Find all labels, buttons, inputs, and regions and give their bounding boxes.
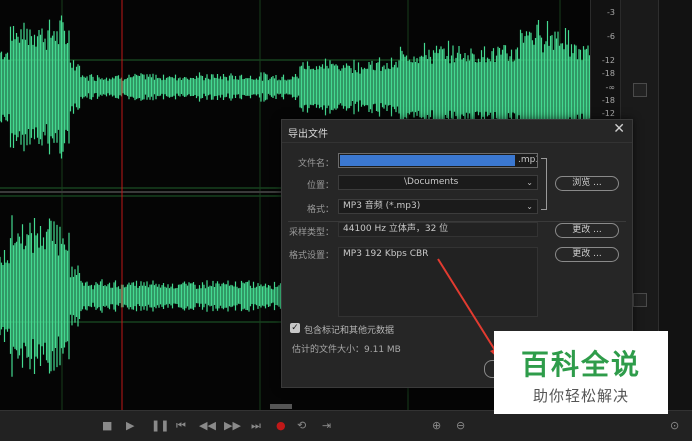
estimated-size-text: 估计的文件大小：9.11 MB	[292, 345, 401, 355]
ruler-tick: -18	[601, 96, 615, 105]
skip-forward-icon[interactable]: ⏭	[251, 419, 261, 433]
transport-bar: ■ ▶ ❚❚ ⏮ ◀◀ ▶▶ ⏭ ● ⟲ ⇥ ⊕ ⊖ ⊙	[0, 404, 692, 441]
ruler-tick: -∞	[605, 83, 615, 92]
format-value: MP3 音频 (*.mp3)	[343, 201, 421, 211]
zoom-full-icon[interactable]: ⊙	[670, 419, 679, 433]
ruler-tick: -12	[601, 109, 615, 118]
include-markers-label: 包含标记和其他元数据	[304, 326, 395, 336]
watermark-logo: 百科全说 助你轻松解决	[494, 331, 668, 414]
ruler-tick: -3	[607, 8, 615, 17]
dropdown-chevron-icon: ⌄	[526, 178, 533, 187]
watermark-title: 百科全说	[520, 348, 641, 381]
format-label: 格式：	[306, 205, 334, 215]
scroll-handle[interactable]	[270, 404, 292, 409]
record-icon[interactable]: ●	[276, 419, 286, 433]
location-label: 位置：	[306, 181, 334, 191]
filename-field[interactable]: .mp3	[338, 153, 538, 168]
location-select[interactable]: \Documents ⌄	[338, 175, 538, 190]
stop-icon[interactable]: ■	[102, 419, 112, 433]
play-icon[interactable]: ▶	[126, 419, 134, 433]
ruler-tick: -6	[607, 32, 615, 41]
sample-type-value: 44100 Hz 立体声，32 位	[338, 222, 538, 237]
filename-extension: .mp3	[518, 155, 537, 165]
rewind-icon[interactable]: ◀◀	[199, 419, 216, 433]
change-sample-type-button[interactable]: 更改 ...	[555, 223, 619, 238]
filename-selection	[340, 155, 515, 166]
zoom-out-amplitude-icon[interactable]: ⊖	[456, 419, 465, 433]
sample-type-label: 采样类型：	[288, 228, 334, 238]
browse-button[interactable]: 浏览 ...	[555, 176, 619, 191]
location-value: \Documents	[404, 177, 459, 187]
output-icon[interactable]: ⇥	[322, 419, 331, 433]
channel-toggle-button[interactable]	[633, 83, 647, 97]
loop-icon[interactable]: ⟲	[297, 419, 306, 433]
zoom-in-amplitude-icon[interactable]: ⊕	[432, 419, 441, 433]
dialog-titlebar	[282, 120, 632, 143]
change-format-settings-button[interactable]: 更改 ...	[555, 247, 619, 262]
bracket-divider	[541, 158, 547, 210]
format-settings-label: 格式设置：	[288, 251, 334, 261]
checkbox-icon[interactable]: ✓	[290, 323, 300, 333]
format-settings-value: MP3 192 Kbps CBR	[343, 249, 429, 259]
pause-icon[interactable]: ❚❚	[151, 419, 169, 433]
filename-label: 文件名：	[297, 159, 334, 169]
format-select[interactable]: MP3 音频 (*.mp3) ⌄	[338, 199, 538, 214]
ruler-tick: -12	[601, 56, 615, 65]
fast-forward-icon[interactable]: ▶▶	[224, 419, 241, 433]
dropdown-chevron-icon: ⌄	[526, 202, 533, 211]
ruler-tick: -18	[601, 69, 615, 78]
watermark-subtitle: 助你轻松解决	[532, 387, 629, 405]
close-icon[interactable]: ✕	[613, 121, 625, 137]
channel-toggle-button[interactable]	[633, 293, 647, 307]
dialog-title: 导出文件	[288, 129, 328, 140]
skip-back-icon[interactable]: ⏮	[176, 419, 186, 433]
